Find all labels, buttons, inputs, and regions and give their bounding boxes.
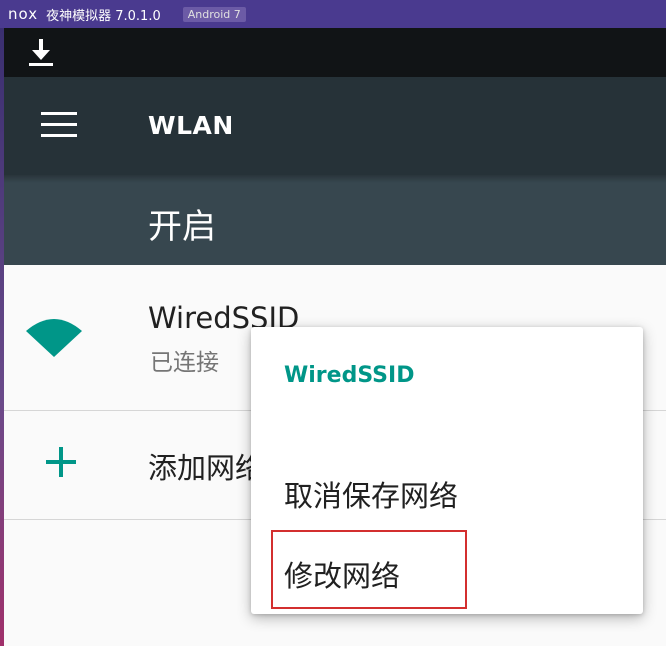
android-status-bar: [4, 28, 666, 77]
emulator-titlebar: nox 夜神模拟器 7.0.1.0 Android 7: [0, 0, 666, 28]
wifi-signal-icon: [26, 319, 82, 357]
hamburger-icon[interactable]: [41, 112, 77, 138]
highlight-box: [271, 530, 467, 609]
wlan-switch-bar[interactable]: 开启: [4, 175, 666, 265]
app-bar: WLAN: [4, 77, 666, 175]
android-version-badge: Android 7: [182, 6, 246, 22]
nox-logo: nox: [8, 5, 39, 23]
network-context-menu: WiredSSID 取消保存网络 修改网络: [251, 327, 643, 614]
add-network-label: 添加网络: [148, 451, 265, 485]
context-menu-title: WiredSSID: [284, 363, 415, 388]
wlan-switch-label: 开启: [148, 207, 216, 247]
menu-item-label: 取消保存网络: [284, 479, 459, 513]
download-icon: [29, 39, 53, 66]
network-status: 已连接: [150, 350, 219, 376]
emulator-title: 夜神模拟器 7.0.1.0: [46, 8, 161, 24]
page-title: WLAN: [148, 111, 234, 140]
plus-icon: [46, 447, 76, 477]
menu-item-forget-network[interactable]: 取消保存网络: [251, 449, 643, 529]
switch-bar-shadow: [4, 175, 666, 183]
